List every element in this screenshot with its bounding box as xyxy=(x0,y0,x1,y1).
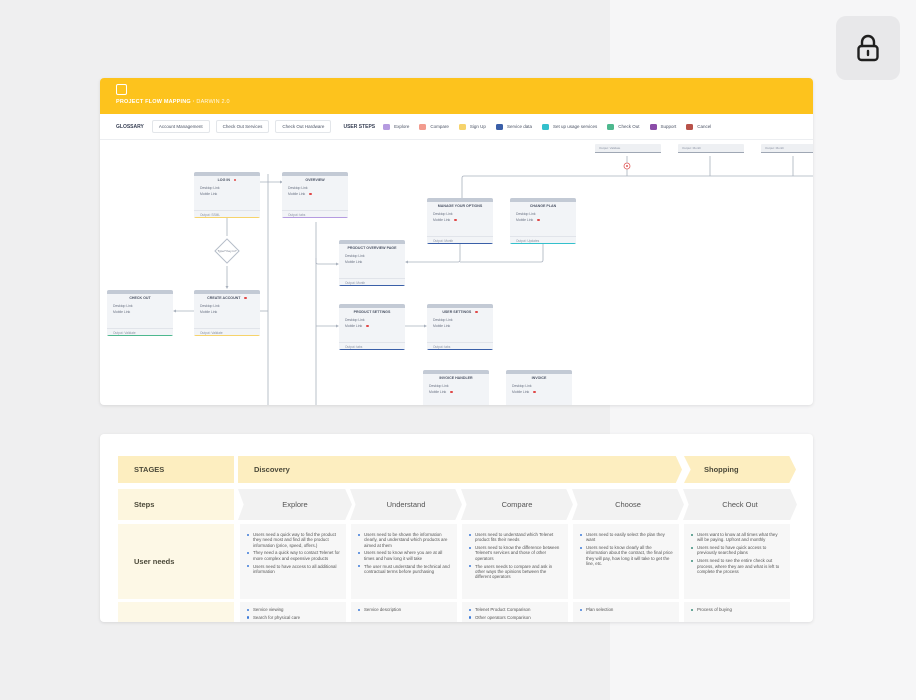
swatch-icon xyxy=(686,123,694,130)
step-explore[interactable]: Explore xyxy=(383,123,409,130)
list-item: Users need to have access to all additio… xyxy=(247,564,340,575)
stub-node[interactable]: Output: Validate xyxy=(595,144,661,153)
step-check-out[interactable]: Check Out xyxy=(607,123,640,130)
flow-map-card[interactable]: PROJECT FLOW MAPPING · DARWIN 2.0 GLOSSA… xyxy=(100,78,813,405)
flow-canvas[interactable]: Output: Validate Output: Month Output: M… xyxy=(100,140,813,405)
step-understand: Understand xyxy=(350,489,462,520)
list-item: Users need to know clearly all the infor… xyxy=(580,545,673,566)
touchpoints-compare: Telenet Product Comparison Other operato… xyxy=(462,602,568,622)
decision-label: Type? Key in? xyxy=(217,249,237,253)
check-out-hardware-button[interactable]: Check Out Hardware xyxy=(275,120,332,133)
list-item: Users need to see the entire check out p… xyxy=(691,558,784,574)
list-item: The users needs to compare and ask in ot… xyxy=(469,564,562,580)
steps-row-label: Steps xyxy=(118,489,234,520)
stage-discovery: Discovery xyxy=(238,456,682,483)
touchpoints-understand: Service description xyxy=(351,602,457,622)
list-item: Telenet Product Comparison xyxy=(469,607,562,612)
list-item: The user must understand the technical a… xyxy=(358,564,451,575)
status-dot-icon xyxy=(475,310,478,314)
list-item: Other operators Comparison xyxy=(469,615,562,620)
step-explore: Explore xyxy=(238,489,352,520)
node-log-in[interactable]: LOG IN Desktop Link Mobile Link Output: … xyxy=(194,172,260,218)
list-item: Plan selection xyxy=(580,607,673,612)
user-steps-label: USER STEPS xyxy=(343,123,376,130)
lock-icon xyxy=(857,34,879,62)
stage-shopping: Shopping xyxy=(684,456,796,483)
stages-row-label: STAGES xyxy=(118,456,234,483)
list-item: Users need a quick way to find the produ… xyxy=(247,532,340,548)
swatch-icon xyxy=(495,123,503,130)
status-dot-icon xyxy=(234,178,237,182)
needs-check-out: Users want to know at all times what the… xyxy=(684,524,790,599)
list-item: Users want to know at all times what the… xyxy=(691,532,784,543)
node-product-settings[interactable]: PRODUCT SETTINGS Desktop Link Mobile Lin… xyxy=(339,304,405,350)
node-invoice[interactable]: INVOICE Desktop Link Mobile Link xyxy=(506,370,572,405)
status-dot-icon xyxy=(450,390,453,394)
glossary-toolbar: GLOSSARY Account Management Check Out Se… xyxy=(100,114,813,140)
step-check-out: Check Out xyxy=(683,489,797,520)
node-create-account[interactable]: CREATE ACCOUNT Desktop Link Mobile Link … xyxy=(194,290,260,336)
swatch-icon xyxy=(541,123,549,130)
swatch-icon xyxy=(607,123,615,130)
app-logo-icon xyxy=(116,84,127,95)
touchpoints-check-out: Process of buying xyxy=(684,602,790,622)
swatch-icon xyxy=(383,123,391,130)
needs-understand: Users need to be shown the information c… xyxy=(351,524,457,599)
user-needs-row-label: User needs xyxy=(118,524,234,599)
node-product-overview[interactable]: PRODUCT OVERVIEW PAGE Desktop Link Mobil… xyxy=(339,240,405,286)
list-item: Search for physical care xyxy=(247,615,340,620)
step-choose: Choose xyxy=(572,489,684,520)
flow-map-title: PROJECT FLOW MAPPING · DARWIN 2.0 xyxy=(116,99,230,105)
list-item: Users need to understand which Telenet p… xyxy=(469,532,562,543)
step-compare: Compare xyxy=(461,489,573,520)
swatch-icon xyxy=(458,123,466,130)
swatch-icon xyxy=(419,123,427,130)
step-service-data[interactable]: Service data xyxy=(495,123,532,130)
list-item: Users need to easily select the plan the… xyxy=(580,532,673,543)
node-manage-options[interactable]: MANAGE YOUR OPTIONS Desktop Link Mobile … xyxy=(427,198,493,244)
step-cancel[interactable]: Cancel xyxy=(686,123,711,130)
status-dot-icon xyxy=(533,390,536,394)
journey-map-card[interactable]: STAGES Steps User needs Discovery Shoppi… xyxy=(100,434,813,622)
list-item: Process of buying xyxy=(691,607,784,612)
list-item: Users need to know the difference betwee… xyxy=(469,545,562,561)
stub-node[interactable]: Output: Month xyxy=(761,144,813,153)
glossary-label: GLOSSARY xyxy=(116,123,144,130)
node-change-plan[interactable]: CHANGE PLAN Desktop Link Mobile Link Out… xyxy=(510,198,576,244)
node-invoice-handler[interactable]: INVOICE HANDLER Desktop Link Mobile Link xyxy=(423,370,489,405)
touchpoints-explore: Service viewing Search for physical care xyxy=(240,602,346,622)
list-item: Service description xyxy=(358,607,451,612)
node-overview[interactable]: OVERVIEW Desktop Link Mobile Link Output… xyxy=(282,172,348,218)
step-compare[interactable]: Compare xyxy=(419,123,449,130)
node-user-settings[interactable]: USER SETTINGS Desktop Link Mobile Link O… xyxy=(427,304,493,350)
node-check-out[interactable]: CHECK OUT Desktop Link Mobile Link Outpu… xyxy=(107,290,173,336)
step-sign-up[interactable]: Sign Up xyxy=(458,123,486,130)
step-support[interactable]: Support xyxy=(649,123,676,130)
status-dot-icon xyxy=(309,192,312,196)
step-set-up-usage[interactable]: Set up usage services xyxy=(541,123,597,130)
lock-button[interactable] xyxy=(836,16,900,80)
flow-map-header: PROJECT FLOW MAPPING · DARWIN 2.0 xyxy=(100,78,813,114)
swatch-icon xyxy=(649,123,657,130)
needs-explore: Users need a quick way to find the produ… xyxy=(240,524,346,599)
check-out-services-button[interactable]: Check Out Services xyxy=(215,120,270,133)
list-item: They need a quick way to contact Telenet… xyxy=(247,550,340,561)
status-dot-icon xyxy=(244,296,247,300)
status-dot-icon xyxy=(537,218,540,222)
list-item: Users need to be shown the information c… xyxy=(358,532,451,548)
needs-choose: Users need to easily select the plan the… xyxy=(573,524,679,599)
list-item: Service viewing xyxy=(247,607,340,612)
list-item: Users need to have quick access to previ… xyxy=(691,545,784,556)
status-dot-icon xyxy=(366,324,369,328)
touchpoints-choose: Plan selection xyxy=(573,602,679,622)
status-dot-icon xyxy=(454,218,457,222)
needs-compare: Users need to understand which Telenet p… xyxy=(462,524,568,599)
touchpoints-row-label xyxy=(118,602,234,622)
stub-node[interactable]: Output: Month xyxy=(678,144,744,153)
account-management-button[interactable]: Account Management xyxy=(151,120,210,133)
list-item: Users need to know where you are at all … xyxy=(358,550,451,561)
